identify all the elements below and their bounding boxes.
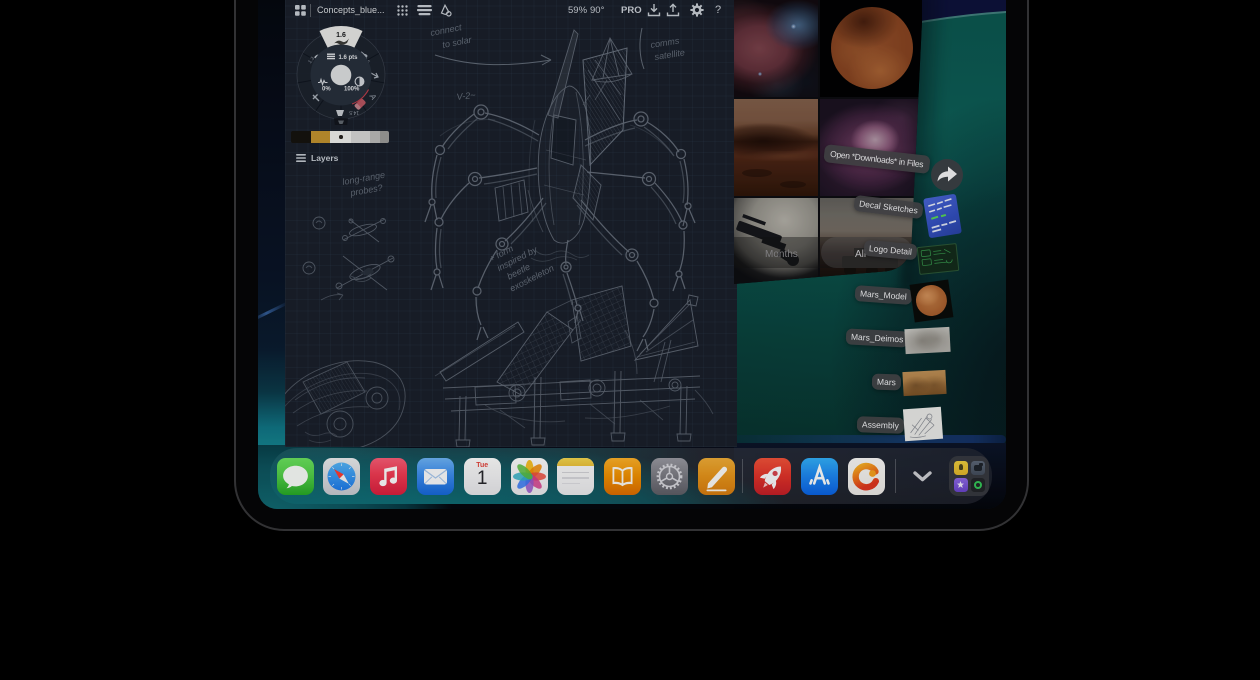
svg-text:satellite: satellite — [654, 47, 686, 62]
svg-text:to solar: to solar — [441, 34, 473, 50]
svg-text:V-2~: V-2~ — [456, 90, 476, 102]
svg-text:connect: connect — [429, 22, 462, 38]
